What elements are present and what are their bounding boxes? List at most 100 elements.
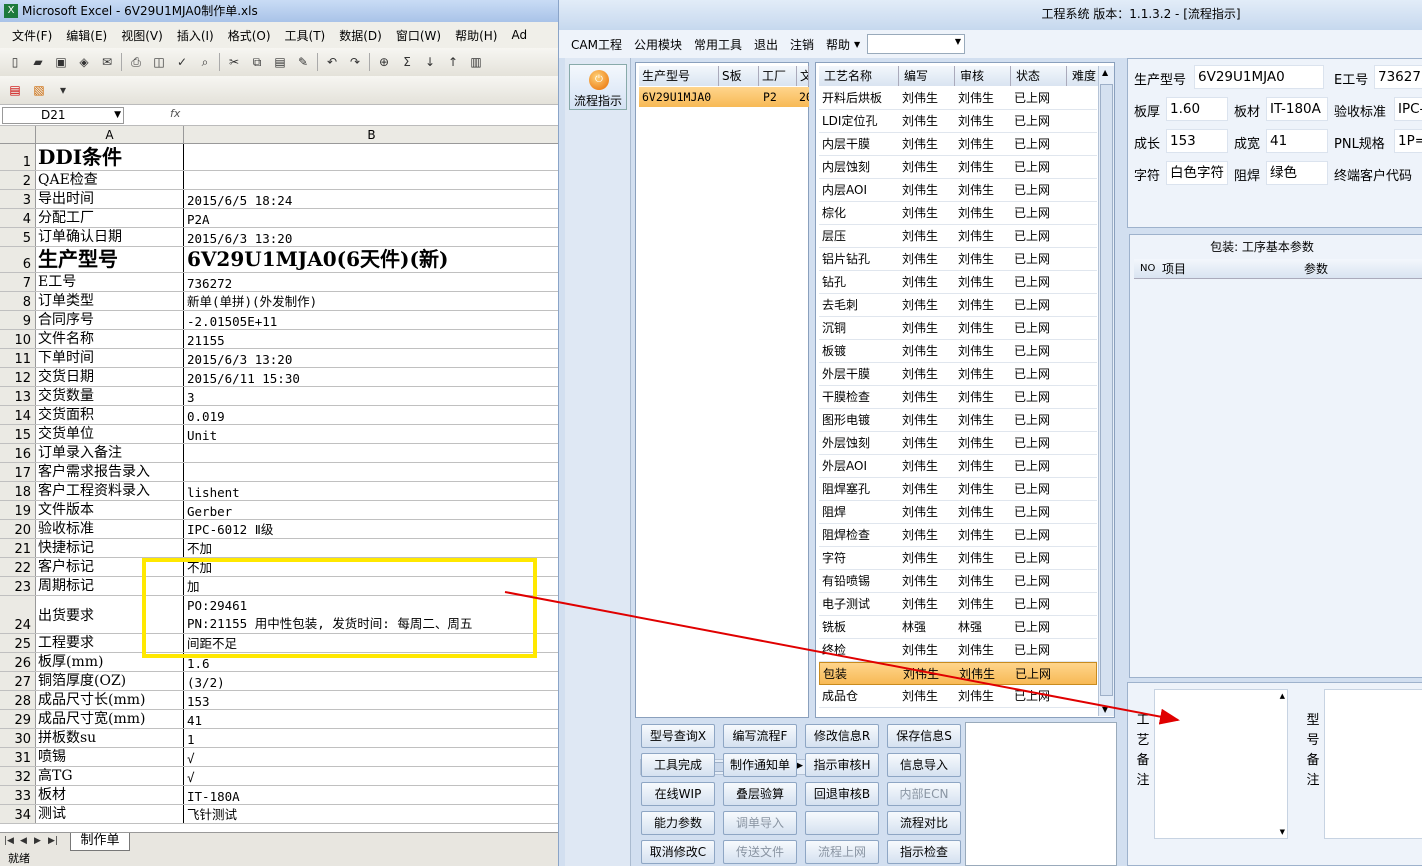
first-sheet-icon[interactable]: |◀	[4, 836, 14, 846]
cell-a[interactable]: 合同序号	[36, 311, 184, 329]
cell-a[interactable]: 交货面积	[36, 406, 184, 424]
menu-addins[interactable]: Ad	[511, 28, 527, 42]
scroll-down-icon[interactable]: ▼	[1280, 828, 1285, 836]
table-row[interactable]: 外层AOI 刘伟生 刘伟生 已上网	[819, 455, 1097, 478]
format-painter-icon[interactable]: ✎	[294, 53, 312, 71]
scroll-up-icon[interactable]: ▲	[1102, 68, 1108, 77]
flow-indication-button[interactable]: ⏻ 流程指示	[569, 64, 627, 110]
chart-wizard-icon[interactable]: ▥	[467, 53, 485, 71]
row-number[interactable]: 24	[0, 596, 36, 633]
action-button[interactable]: 制作通知单	[723, 753, 797, 777]
row-number[interactable]: 22	[0, 558, 36, 576]
row-number[interactable]: 25	[0, 634, 36, 652]
action-button[interactable]: 型号查询X	[641, 724, 715, 748]
material-field[interactable]: IT-180A	[1266, 97, 1328, 121]
table-row[interactable]: 图形电镀 刘伟生 刘伟生 已上网	[819, 409, 1097, 432]
cell-a[interactable]: 分配工厂	[36, 209, 184, 227]
email-icon[interactable]: ✉	[98, 53, 116, 71]
col-header-factory[interactable]: 工厂	[759, 66, 797, 86]
action-button[interactable]	[805, 811, 879, 835]
cell-b[interactable]: P2A	[184, 209, 560, 227]
cell-a[interactable]: 成品尺寸宽(mm)	[36, 710, 184, 728]
cell-b[interactable]: (3/2)	[184, 672, 560, 690]
table-row[interactable]: 内层蚀刻 刘伟生 刘伟生 已上网	[819, 156, 1097, 179]
cell-b[interactable]: √	[184, 767, 560, 785]
print-icon[interactable]: ⎙	[127, 53, 145, 71]
menu-help[interactable]: 帮助(H)	[455, 27, 497, 44]
cell-a[interactable]: DDI条件	[36, 144, 184, 170]
row-number[interactable]: 9	[0, 311, 36, 329]
table-row[interactable]: 阻焊塞孔 刘伟生 刘伟生 已上网	[819, 478, 1097, 501]
cell-b[interactable]: IT-180A	[184, 786, 560, 804]
cell-b[interactable]	[184, 144, 560, 170]
row-number[interactable]: 6	[0, 247, 36, 272]
cell-b[interactable]	[184, 444, 560, 462]
action-button[interactable]: 编写流程F	[723, 724, 797, 748]
cell-a[interactable]: 下单时间	[36, 349, 184, 367]
chevron-down-icon[interactable]: ▼	[955, 37, 961, 46]
row-number[interactable]: 8	[0, 292, 36, 310]
menu-insert[interactable]: 插入(I)	[177, 27, 214, 44]
paste-icon[interactable]: ▤	[271, 53, 289, 71]
hyperlink-icon[interactable]: ⊕	[375, 53, 393, 71]
cell-a[interactable]: 验收标准	[36, 520, 184, 538]
row-number[interactable]: 27	[0, 672, 36, 690]
row-number[interactable]: 15	[0, 425, 36, 443]
table-row[interactable]: 内层AOI 刘伟生 刘伟生 已上网	[819, 179, 1097, 202]
table-row[interactable]: 包装 刘伟生 刘伟生 已上网	[819, 662, 1097, 685]
cell-a[interactable]: 客户需求报告录入	[36, 463, 184, 481]
cell-a[interactable]: 测试	[36, 805, 184, 823]
name-box[interactable]: D21 ▼	[2, 107, 124, 124]
cell-a[interactable]: 生产型号	[36, 247, 184, 272]
scroll-right-icon[interactable]: ▶	[796, 761, 803, 771]
eng-combo-box[interactable]: ▼	[867, 34, 965, 54]
action-button[interactable]: 保存信息S	[887, 724, 961, 748]
row-number[interactable]: 28	[0, 691, 36, 709]
cell-b[interactable]: 736272	[184, 273, 560, 291]
vertical-scrollbar[interactable]: ▲ ▼	[1098, 66, 1114, 716]
col-header-author[interactable]: 编写	[899, 66, 955, 86]
row-number[interactable]: 26	[0, 653, 36, 671]
col-header-param[interactable]: 参数	[1304, 259, 1328, 279]
new-file-icon[interactable]: ▯	[6, 53, 24, 71]
row-number[interactable]: 32	[0, 767, 36, 785]
table-row[interactable]: 外层干膜 刘伟生 刘伟生 已上网	[819, 363, 1097, 386]
table-row[interactable]: 有铅喷锡 刘伟生 刘伟生 已上网	[819, 570, 1097, 593]
cell-b[interactable]	[184, 463, 560, 481]
table-row[interactable]: 开料后烘板 刘伟生 刘伟生 已上网	[819, 87, 1097, 110]
table-row[interactable]: 外层蚀刻 刘伟生 刘伟生 已上网	[819, 432, 1097, 455]
cell-a[interactable]: 交货单位	[36, 425, 184, 443]
action-button[interactable]: 回退审核B	[805, 782, 879, 806]
col-header-s-board[interactable]: S板	[719, 66, 759, 86]
width-field[interactable]: 41	[1266, 129, 1328, 153]
cell-a[interactable]: 文件版本	[36, 501, 184, 519]
cell-a[interactable]: 板材	[36, 786, 184, 804]
cell-b[interactable]: lishent	[184, 482, 560, 500]
menu-logout[interactable]: 注销	[790, 36, 814, 53]
cell-a[interactable]: E工号	[36, 273, 184, 291]
action-button[interactable]: 内部ECN	[887, 782, 961, 806]
pdf-settings-icon[interactable]: ▧	[30, 81, 48, 99]
toolbar-options-icon[interactable]: ▾	[54, 81, 72, 99]
cell-b[interactable]: 153	[184, 691, 560, 709]
autosum-icon[interactable]: Σ	[398, 53, 416, 71]
cell-a[interactable]: 喷锡	[36, 748, 184, 766]
note-box[interactable]	[965, 722, 1117, 866]
fx-icon[interactable]: fx	[170, 107, 180, 120]
cell-b[interactable]: 6V29U1MJA0(6天件)(新)	[184, 247, 560, 272]
table-row[interactable]: 阻焊检查 刘伟生 刘伟生 已上网	[819, 524, 1097, 547]
row-number[interactable]: 21	[0, 539, 36, 557]
last-sheet-icon[interactable]: ▶|	[48, 836, 58, 846]
table-row[interactable]: LDI定位孔 刘伟生 刘伟生 已上网	[819, 110, 1097, 133]
col-header-difficulty[interactable]: 难度	[1067, 66, 1099, 86]
action-button[interactable]: 能力参数	[641, 811, 715, 835]
action-button[interactable]: 流程上网	[805, 840, 879, 864]
process-remark-field[interactable]: ▲ ▼	[1154, 689, 1288, 839]
cell-b[interactable]: 0.019	[184, 406, 560, 424]
chevron-down-icon[interactable]: ▼	[114, 108, 121, 123]
cell-a[interactable]: QAE检查	[36, 171, 184, 189]
cell-b[interactable]: 2015/6/3 13:20	[184, 349, 560, 367]
table-row[interactable]: 电子测试 刘伟生 刘伟生 已上网	[819, 593, 1097, 616]
row-number[interactable]: 30	[0, 729, 36, 747]
table-row[interactable]: 去毛刺 刘伟生 刘伟生 已上网	[819, 294, 1097, 317]
